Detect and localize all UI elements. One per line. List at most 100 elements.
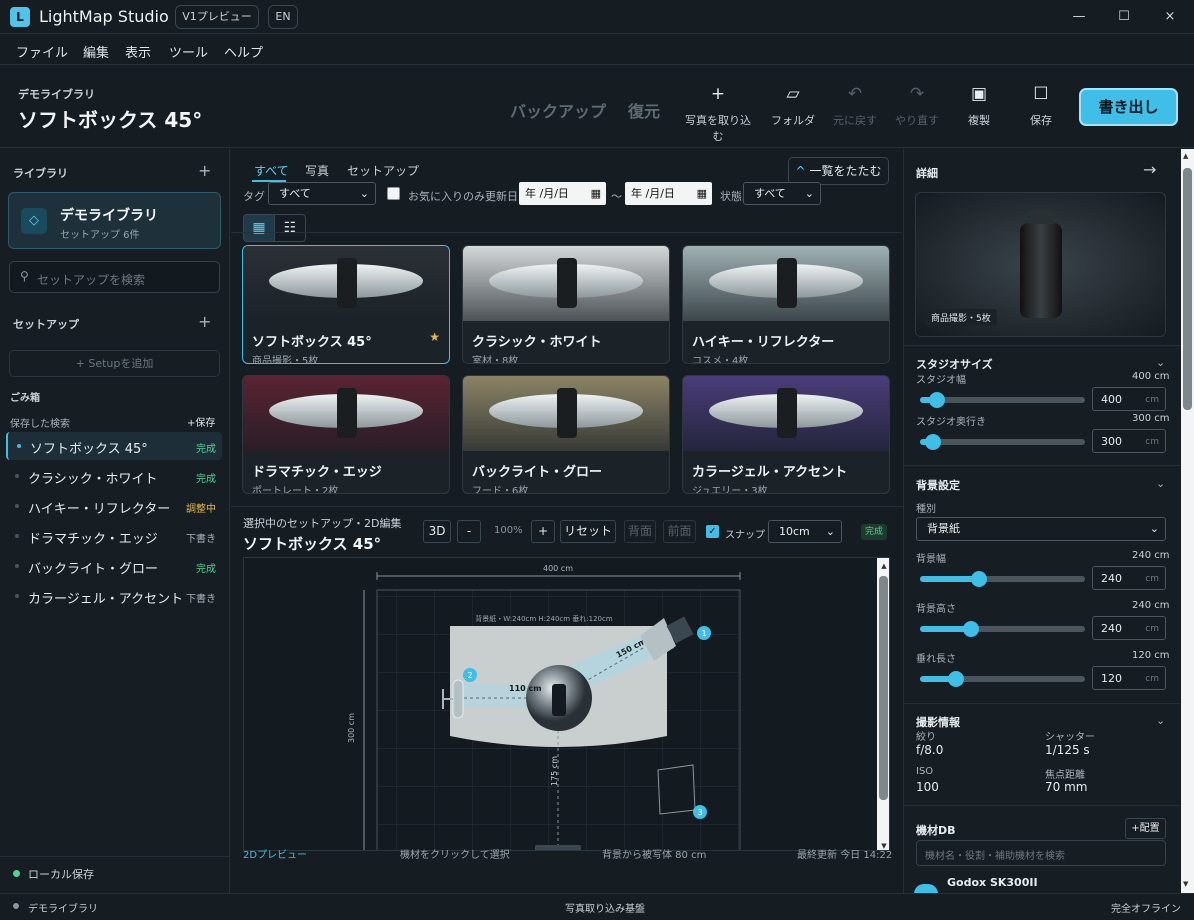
- tag-select[interactable]: すべて ⌄: [268, 182, 376, 205]
- tab-photos[interactable]: 写真: [305, 162, 329, 179]
- reset-button[interactable]: リセット: [560, 520, 616, 543]
- zoom-in-button[interactable]: +: [531, 520, 555, 543]
- arrow-right-icon[interactable]: →: [1143, 160, 1156, 179]
- svg-text:1: 1: [701, 629, 706, 638]
- camera-icon[interactable]: [535, 845, 581, 851]
- sidebar-item-setup[interactable]: ハイキー・リフレクター 調整中: [6, 492, 222, 520]
- sidebar-item-setup[interactable]: バックライト・グロー 完成: [6, 552, 222, 580]
- shutter-value: 1/125 s: [1045, 743, 1090, 757]
- drop-length-slider[interactable]: [920, 671, 1085, 687]
- date-to-input[interactable]: 年 /月/日 ▦: [625, 182, 712, 205]
- studio-width-slider[interactable]: [920, 392, 1085, 408]
- grid-size-select[interactable]: 10cm ⌄: [768, 520, 842, 543]
- place-gear-button[interactable]: +配置: [1125, 818, 1166, 839]
- add-library-icon[interactable]: +: [198, 161, 211, 180]
- background-height-slider[interactable]: [920, 621, 1085, 637]
- setup-card[interactable]: ソフトボックス 45° 商品撮影・5枚 ★: [242, 245, 450, 364]
- tab-all[interactable]: すべて: [254, 162, 289, 179]
- studio-depth-slider[interactable]: [920, 434, 1085, 450]
- add-setup-icon[interactable]: +: [198, 312, 211, 331]
- gear-db-heading[interactable]: 機材DB: [916, 822, 956, 838]
- panel-scrollbar-thumb[interactable]: [1183, 168, 1192, 410]
- status-library: デモライブラリ: [28, 904, 98, 915]
- setup-search-placeholder: セットアップを検索: [37, 273, 146, 287]
- sidebar-item-label: カラージェル・アクセント: [28, 592, 184, 607]
- language-toggle[interactable]: EN: [268, 5, 298, 29]
- undo-label: 元に戻す: [833, 114, 877, 127]
- star-icon[interactable]: ★: [429, 330, 440, 344]
- setup-card[interactable]: ドラマチック・エッジ ポートレート・2枚: [242, 375, 450, 494]
- bring-front-button[interactable]: 前面: [663, 520, 696, 543]
- chevron-down-icon[interactable]: ⌄: [1156, 356, 1165, 369]
- breadcrumb[interactable]: デモライブラリ: [18, 86, 95, 102]
- sidebar-item-setup[interactable]: ソフトボックス 45° 完成: [6, 432, 222, 460]
- minimize-icon[interactable]: —: [1061, 6, 1097, 28]
- close-icon[interactable]: ×: [1152, 6, 1188, 28]
- grid-view-icon[interactable]: ▦: [243, 214, 275, 242]
- menu-help[interactable]: ヘルプ: [224, 42, 263, 61]
- send-back-button[interactable]: 背面: [624, 520, 656, 543]
- setup-card[interactable]: クラシック・ホワイト 室材・8枚: [462, 245, 670, 364]
- undo-icon: ↶: [847, 84, 863, 104]
- backup-button[interactable]: バックアップ: [510, 98, 606, 122]
- state-select[interactable]: すべて ⌄: [743, 182, 821, 205]
- menu-file[interactable]: ファイル: [16, 42, 68, 61]
- menu-edit[interactable]: 編集: [83, 42, 109, 61]
- gear-search-input[interactable]: 機材名・役割・補助機材を検索: [916, 840, 1166, 866]
- maximize-icon[interactable]: ☐: [1106, 6, 1142, 28]
- sidebar-item-setup[interactable]: クラシック・ホワイト 完成: [6, 462, 222, 490]
- date-from-input[interactable]: 年 /月/日 ▦: [519, 182, 606, 205]
- restore-button[interactable]: 復元: [628, 98, 660, 122]
- preview-image: 商品撮影・5枚: [915, 192, 1166, 337]
- export-button[interactable]: 書き出し: [1079, 88, 1178, 126]
- snap-checkbox[interactable]: ✓: [706, 525, 719, 538]
- editor-label: 選択中のセットアップ・2D編集: [243, 517, 402, 530]
- import-photo-button[interactable]: + 写真を取り込む: [683, 84, 753, 144]
- studio-width-input[interactable]: 400 cm: [1092, 387, 1166, 411]
- drop-length-input[interactable]: 120 cm: [1092, 666, 1166, 690]
- studio-depth-input[interactable]: 300 cm: [1092, 429, 1166, 453]
- favorites-checkbox[interactable]: [387, 187, 400, 200]
- background-width-slider[interactable]: [920, 571, 1085, 587]
- duplicate-button[interactable]: ▣ 複製: [944, 84, 1014, 128]
- zoom-out-button[interactable]: -: [457, 520, 481, 543]
- sidebar-item-label: ソフトボックス 45°: [30, 442, 148, 457]
- tab-setups[interactable]: セットアップ: [347, 162, 419, 179]
- list-view-icon[interactable]: ☷: [274, 214, 306, 242]
- focal-length-value: 70 mm: [1045, 780, 1088, 794]
- library-card[interactable]: ◇ デモライブラリ セットアップ 6件: [8, 192, 221, 249]
- background-width-input[interactable]: 240 cm: [1092, 566, 1166, 590]
- collapse-list-button[interactable]: ^ 一覧をたたむ: [788, 157, 889, 185]
- studio-canvas[interactable]: 400 cm 300 cm 背景紙・W:240cm H:240cm 垂れ:120…: [243, 557, 890, 851]
- setup-card[interactable]: カラージェル・アクセント ジュエリー・3枚: [682, 375, 890, 494]
- sidebar-item-setup[interactable]: カラージェル・アクセント 下書き: [6, 582, 222, 610]
- menu-view[interactable]: 表示: [125, 42, 151, 61]
- chevron-down-icon[interactable]: ⌄: [1156, 714, 1165, 727]
- save-button[interactable]: ☐ 保存: [1006, 84, 1076, 128]
- scroll-down-icon[interactable]: ▼: [1183, 880, 1188, 888]
- setup-search-input[interactable]: ⚲ セットアップを検索: [9, 261, 220, 293]
- trash-link[interactable]: ごみ箱: [10, 389, 40, 404]
- 3d-toggle-button[interactable]: 3D: [423, 520, 451, 543]
- scroll-up-icon[interactable]: ▲: [1183, 152, 1188, 160]
- setup-thumbnail: [463, 246, 669, 321]
- menu-tools[interactable]: ツール: [169, 42, 208, 61]
- add-setup-button[interactable]: + Setupを追加: [9, 350, 220, 377]
- background-type-select[interactable]: 背景紙 ⌄: [916, 517, 1166, 541]
- setup-card[interactable]: バックライト・グロー フード・6枚: [462, 375, 670, 494]
- redo-button[interactable]: ↷ やり直す: [882, 84, 952, 128]
- chevron-down-icon[interactable]: ⌄: [1156, 477, 1165, 490]
- undo-button[interactable]: ↶ 元に戻す: [820, 84, 890, 128]
- status-dot-icon: [15, 594, 19, 598]
- canvas-scrollbar[interactable]: [879, 576, 888, 800]
- gear-item-name[interactable]: Godox SK300II: [947, 876, 1038, 889]
- save-search-button[interactable]: +保存: [187, 414, 215, 429]
- setup-heading: セットアップ: [13, 318, 79, 331]
- folder-button[interactable]: ▱ フォルダ: [758, 84, 828, 128]
- setup-card[interactable]: ハイキー・リフレクター コスメ・4枚: [682, 245, 890, 364]
- chevron-down-icon: ⌄: [1149, 522, 1159, 535]
- background-height-input[interactable]: 240 cm: [1092, 616, 1166, 640]
- sidebar-item-setup[interactable]: ドラマチック・エッジ 下書き: [6, 522, 222, 550]
- status-offline: 完全オフライン: [1111, 904, 1181, 915]
- scroll-up-icon[interactable]: ▲: [881, 562, 887, 570]
